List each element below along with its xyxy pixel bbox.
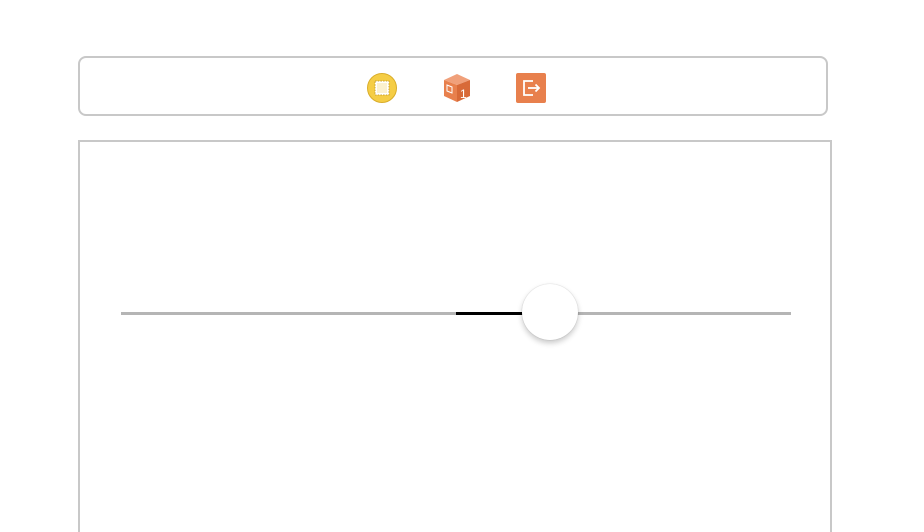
exit-icon[interactable] <box>516 73 546 103</box>
storyboard-scene: 1 <box>0 0 924 532</box>
view-controller-canvas <box>78 140 832 532</box>
slider-thumb[interactable] <box>521 284 578 340</box>
scene-dock: 1 <box>78 56 828 116</box>
first-responder-icon[interactable]: 1 <box>442 73 472 103</box>
view-controller-icon[interactable] <box>367 73 397 103</box>
slider[interactable] <box>121 284 791 340</box>
svg-text:1: 1 <box>460 87 467 101</box>
